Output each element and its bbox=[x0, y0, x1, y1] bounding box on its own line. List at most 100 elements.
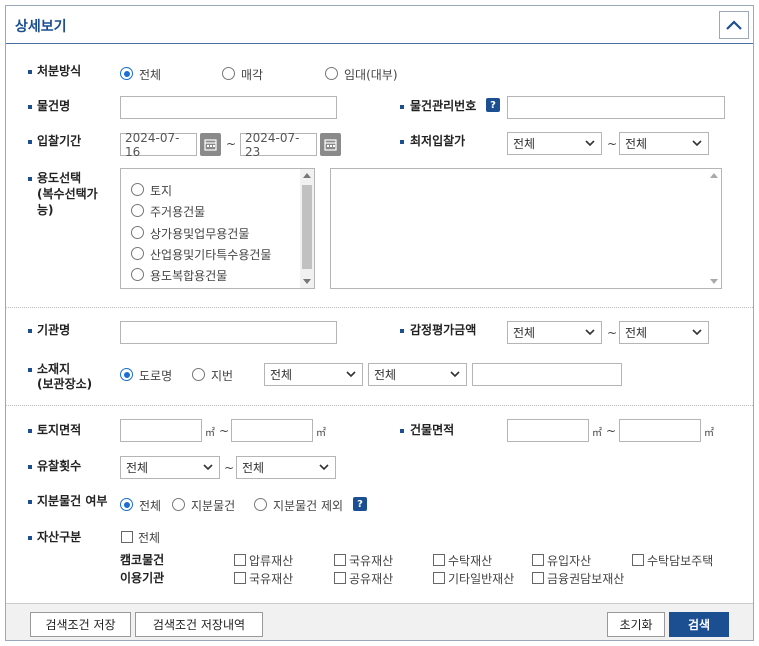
range-separator: ~ bbox=[224, 461, 235, 475]
failed-bids-to-select[interactable]: 전체 bbox=[236, 456, 336, 479]
building-area-label: 건물면적 bbox=[410, 423, 455, 437]
asset-option-label: 수탁재산 bbox=[448, 554, 493, 568]
collapse-button[interactable] bbox=[719, 11, 749, 39]
item-mgmt-no-label: 물건관리번호 bbox=[410, 99, 477, 113]
panel-header: 상세보기 bbox=[6, 6, 753, 44]
radio-share-all[interactable] bbox=[120, 498, 133, 511]
radio-location-road[interactable] bbox=[120, 368, 133, 381]
building-area-to-input[interactable] bbox=[619, 419, 701, 442]
usage-detail-list[interactable] bbox=[330, 168, 722, 289]
asset-checkbox[interactable] bbox=[532, 554, 544, 566]
radio-disposal-all-label: 전체 bbox=[139, 68, 162, 82]
bid-start-date-input[interactable]: 2024-07-16 bbox=[120, 131, 197, 159]
chevron-down-icon bbox=[585, 140, 595, 147]
item-mgmt-no-input[interactable] bbox=[507, 96, 725, 119]
radio-disposal-lease-label: 임대(대부) bbox=[344, 68, 398, 82]
range-separator: ~ bbox=[607, 326, 618, 340]
bullet bbox=[28, 140, 32, 144]
location-sigungu-select[interactable]: 전체 bbox=[368, 363, 467, 386]
usage-option-radio[interactable] bbox=[131, 183, 144, 196]
help-icon[interactable]: ? bbox=[486, 98, 500, 112]
item-name-input[interactable] bbox=[120, 96, 337, 119]
usage-option-label: 산업용및기타특수용건물 bbox=[150, 248, 272, 262]
search-button[interactable]: 검색 bbox=[669, 612, 729, 637]
appraisal-to-select[interactable]: 전체 bbox=[619, 321, 709, 344]
radio-share-only[interactable] bbox=[172, 498, 185, 511]
location-label-line1: 소재지 bbox=[37, 362, 71, 376]
location-detail-input[interactable] bbox=[472, 363, 622, 386]
chevron-down-icon bbox=[319, 464, 329, 471]
asset-checkbox[interactable] bbox=[632, 554, 644, 566]
land-area-label: 토지면적 bbox=[37, 423, 82, 437]
asset-checkbox[interactable] bbox=[532, 572, 544, 584]
min-bid-from-value: 전체 bbox=[513, 137, 536, 151]
bullet bbox=[400, 105, 404, 109]
unit-sqm: ㎡ bbox=[592, 428, 602, 439]
chevron-down-icon bbox=[346, 371, 356, 378]
land-area-to-input[interactable] bbox=[231, 419, 313, 442]
asset-checkbox[interactable] bbox=[433, 572, 445, 584]
share-label: 지분물건 여부 bbox=[37, 494, 108, 508]
usage-option-radio[interactable] bbox=[131, 226, 144, 239]
range-separator: ~ bbox=[606, 424, 617, 438]
radio-location-lot[interactable] bbox=[192, 368, 205, 381]
usage-option-label: 토지 bbox=[150, 184, 173, 198]
min-bid-from-select[interactable]: 전체 bbox=[507, 132, 602, 155]
bullet bbox=[28, 329, 32, 333]
chevron-up-icon bbox=[726, 20, 742, 30]
min-bid-to-select[interactable]: 전체 bbox=[619, 132, 709, 155]
asset-checkbox[interactable] bbox=[234, 572, 246, 584]
calendar-icon bbox=[324, 139, 337, 151]
radio-disposal-lease[interactable] bbox=[325, 67, 338, 80]
bullet bbox=[28, 105, 32, 109]
panel-footer: 검색조건 저장 검색조건 저장내역 초기화 검색 bbox=[6, 603, 753, 640]
unit-sqm: ㎡ bbox=[704, 428, 714, 439]
help-icon[interactable]: ? bbox=[353, 497, 367, 511]
scroll-thumb[interactable] bbox=[302, 185, 312, 269]
failed-bids-from-select[interactable]: 전체 bbox=[120, 456, 220, 479]
save-conditions-button[interactable]: 검색조건 저장 bbox=[30, 612, 131, 637]
agency-input[interactable] bbox=[120, 321, 337, 344]
asset-group1-label: 캠코물건 bbox=[120, 553, 165, 567]
range-separator: ~ bbox=[219, 424, 230, 438]
calendar-start-button[interactable] bbox=[200, 133, 221, 156]
asset-checkbox[interactable] bbox=[433, 554, 445, 566]
range-separator: ~ bbox=[607, 137, 618, 151]
failed-bids-label: 유찰횟수 bbox=[37, 459, 82, 473]
usage-list-scrollbar[interactable] bbox=[300, 169, 314, 288]
asset-label: 자산구분 bbox=[37, 530, 82, 544]
land-area-from-input[interactable] bbox=[120, 419, 202, 442]
usage-option-radio[interactable] bbox=[131, 247, 144, 260]
failed-bids-to-value: 전체 bbox=[242, 461, 265, 475]
asset-checkbox[interactable] bbox=[334, 572, 346, 584]
bullet bbox=[400, 329, 404, 333]
reset-button[interactable]: 초기화 bbox=[607, 612, 665, 637]
location-label-line2: (보관장소) bbox=[37, 377, 93, 391]
usage-option-radio[interactable] bbox=[131, 204, 144, 217]
calendar-end-button[interactable] bbox=[320, 133, 341, 156]
asset-all-checkbox[interactable] bbox=[121, 531, 133, 543]
bid-end-date-input[interactable]: 2024-07-23 bbox=[240, 131, 317, 159]
location-sido-select[interactable]: 전체 bbox=[264, 363, 363, 386]
radio-disposal-all[interactable] bbox=[120, 67, 133, 80]
usage-detail-scrollbar[interactable] bbox=[707, 169, 721, 288]
usage-list[interactable]: 토지 주거용건물 상가용및업무용건물 산업용및기타특수용건물 용도복합용건물 bbox=[120, 168, 315, 289]
bullet bbox=[28, 429, 32, 433]
building-area-from-input[interactable] bbox=[507, 419, 589, 442]
agency-label: 기관명 bbox=[37, 323, 71, 337]
appraisal-to-value: 전체 bbox=[625, 326, 648, 340]
asset-checkbox[interactable] bbox=[234, 554, 246, 566]
scroll-up-icon bbox=[710, 173, 718, 178]
radio-disposal-sale[interactable] bbox=[222, 67, 235, 80]
radio-share-exclude[interactable] bbox=[254, 498, 267, 511]
asset-checkbox[interactable] bbox=[334, 554, 346, 566]
appraisal-from-select[interactable]: 전체 bbox=[507, 321, 602, 344]
saved-conditions-history-button[interactable]: 검색조건 저장내역 bbox=[135, 612, 263, 637]
bullet bbox=[28, 177, 32, 181]
detail-search-panel: 상세보기 처분방식 전체 매각 임대(대부) 물건명 물건관리번호 ? 입찰기간… bbox=[5, 5, 754, 641]
asset-option-label: 유입자산 bbox=[547, 554, 592, 568]
asset-option-label: 공유재산 bbox=[349, 572, 394, 586]
usage-option-radio[interactable] bbox=[131, 268, 144, 281]
appraisal-from-value: 전체 bbox=[513, 326, 536, 340]
bullet bbox=[28, 70, 32, 74]
